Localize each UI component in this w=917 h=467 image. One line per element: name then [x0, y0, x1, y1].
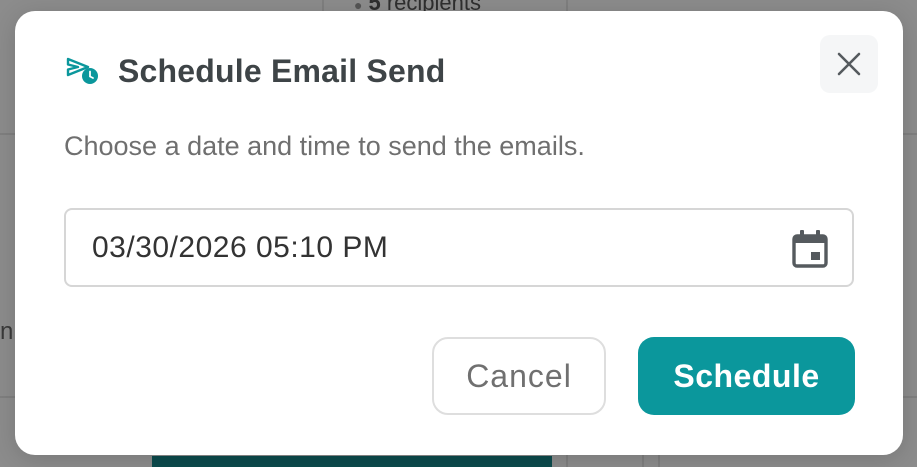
dialog-header: Schedule Email Send: [66, 51, 445, 91]
datetime-value[interactable]: 03/30/2026 05:10 PM: [92, 231, 388, 265]
background-teal-bar: [152, 456, 552, 467]
background-partial-text: n: [0, 318, 14, 345]
close-button[interactable]: [820, 35, 878, 93]
schedule-button[interactable]: Schedule: [638, 337, 855, 415]
datetime-input[interactable]: 03/30/2026 05:10 PM: [64, 208, 854, 287]
dialog-title: Schedule Email Send: [118, 52, 446, 89]
calendar-icon[interactable]: [790, 228, 830, 268]
close-icon[interactable]: [836, 51, 862, 77]
scheduled-send-icon: [66, 57, 98, 84]
cancel-button[interactable]: Cancel: [432, 337, 606, 415]
schedule-dialog: Schedule Email Send Choose a date and ti…: [15, 11, 903, 455]
dialog-description: Choose a date and time to send the email…: [64, 131, 585, 161]
